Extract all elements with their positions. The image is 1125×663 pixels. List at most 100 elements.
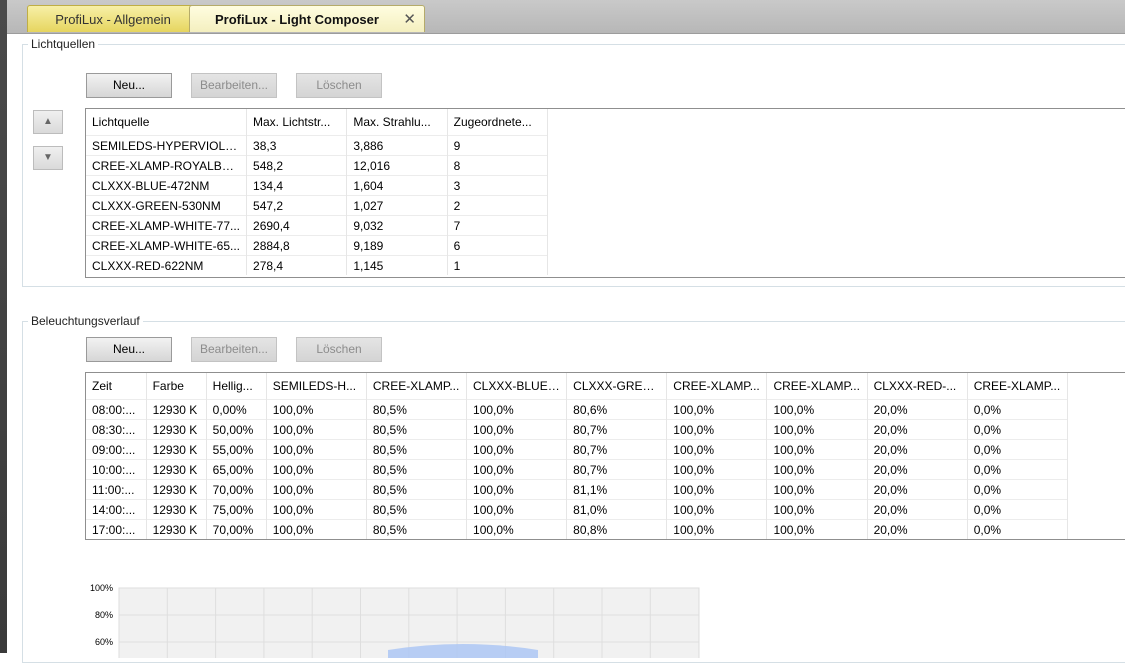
table-row[interactable]: 08:30:... 12930 K 50,00% 100,0% 80,5% 100,0% 8…	[86, 419, 1069, 440]
delete-lightsource-button[interactable]: Löschen	[296, 73, 382, 98]
table-cell: 0,0%	[967, 459, 1069, 480]
table-cell: 12930 K	[146, 479, 207, 500]
table-cell: 100,0%	[666, 419, 768, 440]
table-cell: 12930 K	[146, 439, 207, 460]
table-cell: 100,0%	[466, 479, 568, 500]
close-icon[interactable]: ✕	[403, 6, 416, 33]
table-cell: 100,0%	[466, 399, 568, 420]
table-cell: 100,0%	[466, 499, 568, 520]
edit-lightsource-button[interactable]: Bearbeiten...	[191, 73, 277, 98]
table-cell: 80,5%	[366, 419, 468, 440]
table-row[interactable]: 17:00:... 12930 K 70,00% 100,0% 80,5% 100,0% 8…	[86, 519, 1069, 539]
move-up-button[interactable]: ▲	[33, 110, 63, 134]
table-row[interactable]: CREE-XLAMP-ROYALBLU... 548,2 12,016 8	[86, 155, 549, 176]
down-arrow-icon: ▼	[43, 152, 53, 163]
table-cell: CLXXX-GREEN-530NM	[86, 195, 248, 216]
column-header[interactable]: CREE-XLAMP...	[967, 373, 1069, 400]
table-cell: CREE-XLAMP-ROYALBLU...	[86, 155, 248, 176]
column-header[interactable]: CLXXX-GREE...	[566, 373, 668, 400]
table-cell: 100,0%	[466, 419, 568, 440]
table-cell: 100,0%	[266, 459, 367, 480]
left-window-edge	[0, 0, 7, 653]
table-cell: 100,0%	[266, 519, 367, 539]
table-cell: 20,0%	[867, 499, 968, 520]
table-row[interactable]: CREE-XLAMP-WHITE-65... 2884,8 9,189 6	[86, 235, 549, 256]
table-row[interactable]: CLXXX-GREEN-530NM 547,2 1,027 2	[86, 195, 549, 216]
column-header[interactable]: CLXXX-BLUE-...	[466, 373, 568, 400]
new-lightsource-button[interactable]: Neu...	[86, 73, 172, 98]
table-cell: SEMILEDS-HYPERVIOLE...	[86, 135, 248, 156]
table-cell: 20,0%	[867, 399, 968, 420]
column-header[interactable]: Max. Strahlu...	[346, 109, 448, 136]
table-cell: 20,0%	[867, 439, 968, 460]
tab-label: ProfiLux - Light Composer	[215, 12, 379, 27]
table-cell: 20,0%	[867, 479, 968, 500]
light-composer-panel: Lichtquellen Neu... Bearbeiten... Lösche…	[7, 34, 1125, 663]
y-tick-label: 100%	[90, 583, 113, 593]
table-row[interactable]: 14:00:... 12930 K 75,00% 100,0% 80,5% 100,0% 8…	[86, 499, 1069, 520]
table-cell: CREE-XLAMP-WHITE-77...	[86, 215, 248, 236]
column-header[interactable]: Farbe	[146, 373, 207, 400]
tab-allgemein[interactable]: ProfiLux - Allgemein	[27, 5, 199, 32]
group-title: Lichtquellen	[28, 37, 99, 51]
table-row[interactable]: 08:00:... 12930 K 0,00% 100,0% 80,5% 100,0% 80…	[86, 399, 1069, 420]
move-down-button[interactable]: ▼	[33, 146, 63, 170]
table-cell: 100,0%	[766, 479, 868, 500]
table-cell: 50,00%	[206, 419, 267, 440]
table-cell: 55,00%	[206, 439, 267, 460]
table-cell: 08:30:...	[86, 419, 147, 440]
table-cell: 81,0%	[566, 499, 668, 520]
y-tick-label: 80%	[95, 610, 113, 620]
table-cell: 12,016	[346, 155, 448, 176]
table-row[interactable]: 11:00:... 12930 K 70,00% 100,0% 80,5% 100,0% 8…	[86, 479, 1069, 500]
table-cell: 10:00:...	[86, 459, 147, 480]
tab-light-composer[interactable]: ProfiLux - Light Composer ✕	[189, 5, 425, 32]
table-cell: 0,0%	[967, 419, 1069, 440]
table-cell: 80,5%	[366, 519, 468, 539]
table-cell: 100,0%	[266, 419, 367, 440]
table-cell: 12930 K	[146, 519, 207, 539]
table-row[interactable]: CREE-XLAMP-WHITE-77... 2690,4 9,032 7	[86, 215, 549, 236]
table-cell: 80,7%	[566, 419, 668, 440]
table-cell: 9,032	[346, 215, 448, 236]
table-cell: 9,189	[346, 235, 448, 256]
table-row[interactable]: SEMILEDS-HYPERVIOLE... 38,3 3,886 9	[86, 135, 549, 156]
table-row[interactable]: 09:00:... 12930 K 55,00% 100,0% 80,5% 100,0% 8…	[86, 439, 1069, 460]
column-header[interactable]: Lichtquelle	[86, 109, 248, 136]
table-cell: 100,0%	[266, 399, 367, 420]
lightsource-table: Lichtquelle Max. Lichtstr... Max. Strahl…	[85, 108, 1125, 278]
table-cell: 20,0%	[867, 459, 968, 480]
table-cell: 80,5%	[366, 459, 468, 480]
table-row[interactable]: CLXXX-RED-622NM 278,4 1,145 1	[86, 255, 549, 275]
edit-schedule-button[interactable]: Bearbeiten...	[191, 337, 277, 362]
table-cell: 75,00%	[206, 499, 267, 520]
table-cell: 20,0%	[867, 419, 968, 440]
table-row[interactable]: CLXXX-BLUE-472NM 134,4 1,604 3	[86, 175, 549, 196]
column-header[interactable]: CREE-XLAMP...	[666, 373, 768, 400]
table-cell: 80,5%	[366, 499, 468, 520]
column-header[interactable]: Zugeordnete...	[447, 109, 549, 136]
table-cell: 1,145	[346, 255, 448, 275]
group-title: Beleuchtungsverlauf	[28, 314, 143, 328]
table-cell: 100,0%	[666, 499, 768, 520]
column-header[interactable]: CLXXX-RED-...	[867, 373, 968, 400]
table-cell: 100,0%	[266, 439, 367, 460]
delete-schedule-button[interactable]: Löschen	[296, 337, 382, 362]
table-cell: 278,4	[246, 255, 348, 275]
column-header[interactable]: Hellig...	[206, 373, 267, 400]
table-cell: 14:00:...	[86, 499, 147, 520]
new-schedule-button[interactable]: Neu...	[86, 337, 172, 362]
column-header[interactable]: Max. Lichtstr...	[246, 109, 348, 136]
table-cell: 11:00:...	[86, 479, 147, 500]
table-cell: 0,00%	[206, 399, 267, 420]
table-row[interactable]: 10:00:... 12930 K 65,00% 100,0% 80,5% 100,0% 8…	[86, 459, 1069, 480]
table-cell: 548,2	[246, 155, 348, 176]
table-cell: 12930 K	[146, 499, 207, 520]
column-header[interactable]: CREE-XLAMP...	[766, 373, 868, 400]
column-header[interactable]: Zeit	[86, 373, 147, 400]
table-cell: 0,0%	[967, 439, 1069, 460]
table-cell: 2884,8	[246, 235, 348, 256]
table-cell: 100,0%	[766, 459, 868, 480]
column-header[interactable]: CREE-XLAMP...	[366, 373, 468, 400]
column-header[interactable]: SEMILEDS-H...	[266, 373, 367, 400]
